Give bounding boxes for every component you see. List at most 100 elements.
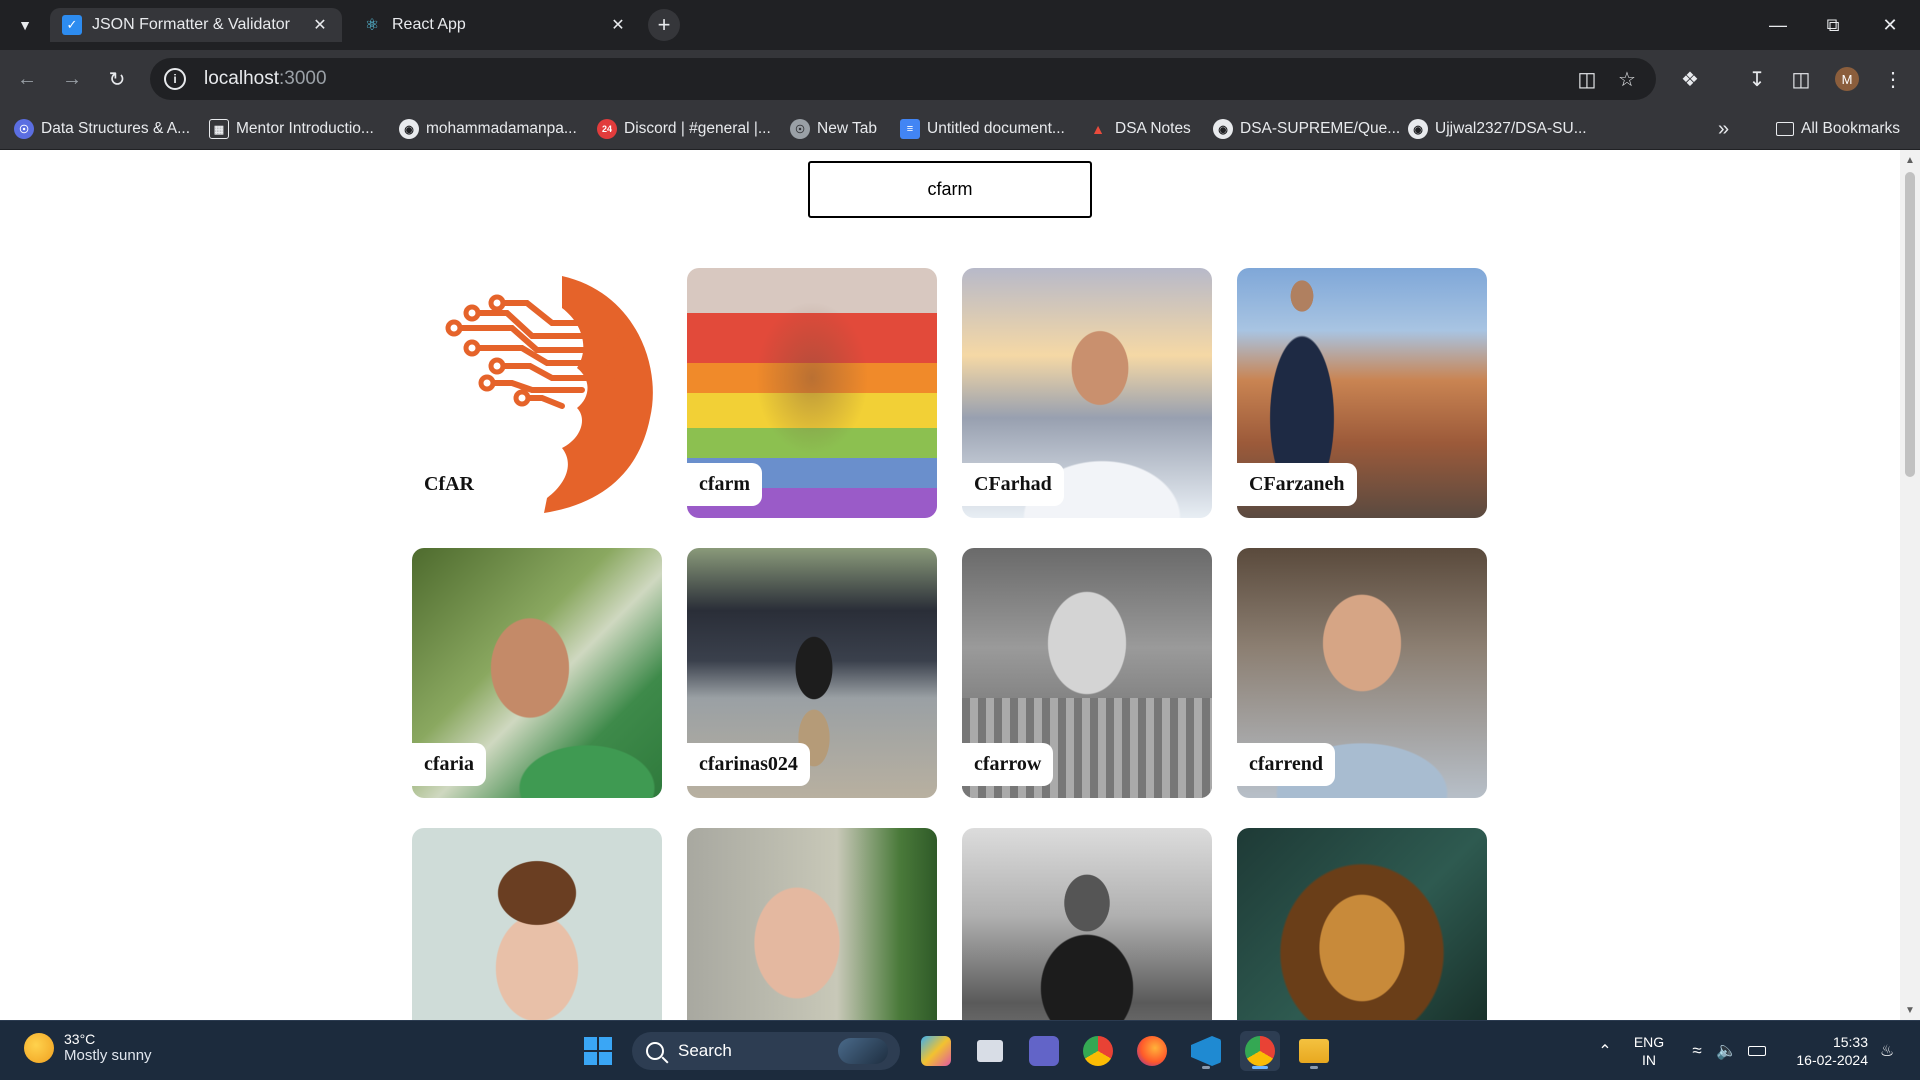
page-scrollbar[interactable]: ▲ ▼: [1900, 150, 1920, 1020]
scroll-down-icon[interactable]: ▼: [1900, 1002, 1920, 1018]
globe-icon: ☉: [790, 119, 810, 139]
teams-meet-icon[interactable]: [1024, 1031, 1064, 1071]
github-icon: ◉: [1213, 119, 1233, 139]
task-view-icon[interactable]: [970, 1031, 1010, 1071]
firefox-app-icon[interactable]: [1132, 1031, 1172, 1071]
user-login-label: cfarinas024: [687, 743, 810, 786]
minimize-button[interactable]: —: [1758, 8, 1798, 42]
avatar-image: [1237, 828, 1487, 1020]
bookmark-label: Data Structures & A...: [41, 120, 191, 137]
user-card[interactable]: CfAR: [412, 268, 662, 518]
file-explorer-icon[interactable]: [1294, 1031, 1334, 1071]
user-card[interactable]: [687, 828, 937, 1020]
bookmark-star-icon[interactable]: ☆: [1615, 67, 1639, 91]
user-card[interactable]: cfarm: [687, 268, 937, 518]
bookmark-dsa-notes[interactable]: ▲ DSA Notes: [1088, 116, 1191, 142]
user-card[interactable]: cfarrend: [1237, 548, 1487, 798]
user-card[interactable]: [412, 828, 662, 1020]
downloads-icon[interactable]: ↧: [1740, 62, 1774, 96]
running-indicator: [1202, 1066, 1210, 1069]
user-card[interactable]: cfarinas024: [687, 548, 937, 798]
bookmark-label: Ujjwal2327/DSA-SU...: [1435, 120, 1587, 137]
taskbar-search[interactable]: Search: [632, 1032, 900, 1070]
user-card[interactable]: cfarrow: [962, 548, 1212, 798]
user-card[interactable]: cfaria: [412, 548, 662, 798]
notifications-bell-icon[interactable]: ♨: [1872, 1021, 1902, 1081]
start-button[interactable]: [578, 1031, 618, 1071]
user-login-label: CFarzaneh: [1237, 463, 1357, 506]
bookmarks-bar: ☉ Data Structures & A... ▦ Mentor Introd…: [0, 108, 1920, 150]
github-icon: ◉: [1408, 119, 1428, 139]
copilot-app-icon[interactable]: [916, 1031, 956, 1071]
chrome-profile-app-icon[interactable]: [1240, 1031, 1280, 1071]
sun-icon: [24, 1032, 54, 1063]
date: 16-02-2024: [1796, 1052, 1868, 1068]
close-icon[interactable]: ✕: [608, 15, 628, 35]
extensions-icon[interactable]: ❖: [1673, 62, 1707, 96]
user-login-label: CFarhad: [962, 463, 1064, 506]
restore-button[interactable]: ⧉: [1813, 8, 1853, 42]
close-icon[interactable]: ✕: [310, 15, 330, 35]
back-button[interactable]: ←: [10, 62, 44, 96]
windows-logo-icon: [584, 1037, 612, 1065]
bookmark-label: Untitled document...: [927, 120, 1065, 137]
bookmark-untitled-document[interactable]: ≡ Untitled document...: [900, 116, 1065, 142]
browser-toolbar: ← → ↻ i localhost:3000 ◫ ☆ ❖ ↧ ◫ ⋮: [0, 50, 1920, 108]
volume-icon[interactable]: 🔈: [1712, 1021, 1742, 1081]
bookmark-data-structures[interactable]: ☉ Data Structures & A...: [14, 116, 190, 142]
user-login-label: cfaria: [412, 743, 486, 786]
search-input[interactable]: [808, 161, 1092, 218]
user-card[interactable]: CFarzaneh: [1237, 268, 1487, 518]
address-bar[interactable]: i localhost:3000 ◫ ☆: [150, 58, 1656, 100]
bookmark-label: mohammadamanpa...: [426, 120, 577, 137]
menu-icon[interactable]: ⋮: [1876, 62, 1910, 96]
show-hidden-icons-chevron-icon[interactable]: ⌃: [1590, 1021, 1620, 1081]
scrollbar-thumb[interactable]: [1905, 172, 1915, 477]
tab-search-icon[interactable]: ▼: [10, 10, 40, 40]
bookmark-github-mohammadaman[interactable]: ◉ mohammadamanpa...: [399, 116, 577, 142]
new-tab-button[interactable]: +: [648, 9, 680, 41]
user-card[interactable]: [962, 828, 1212, 1020]
time: 15:33: [1832, 1034, 1868, 1050]
search-icon: [646, 1042, 664, 1060]
url-text[interactable]: localhost:3000: [204, 68, 327, 90]
bookmark-new-tab[interactable]: ☉ New Tab: [790, 116, 877, 142]
user-login-label: cfarrow: [962, 743, 1054, 786]
install-app-icon[interactable]: ◫: [1575, 67, 1599, 91]
side-panel-icon[interactable]: ◫: [1784, 62, 1818, 96]
react-favicon-icon: ⚛: [364, 17, 380, 34]
weather-condition: Mostly sunny: [64, 1047, 152, 1064]
tab-title: React App: [392, 16, 466, 33]
avatar-image: [412, 828, 662, 1020]
windows-taskbar: 33°C Mostly sunny Search ⌃ ENG IN ≈ 🔈 15…: [0, 1020, 1920, 1080]
tab-react-app[interactable]: ⚛ React App ✕: [350, 8, 640, 42]
google-docs-icon: ≡: [900, 119, 920, 139]
weather-widget[interactable]: 33°C Mostly sunny: [24, 1031, 152, 1064]
chrome-app-icon[interactable]: [1078, 1031, 1118, 1071]
battery-icon[interactable]: [1742, 1021, 1772, 1081]
all-bookmarks-button[interactable]: All Bookmarks: [1776, 116, 1900, 142]
clock[interactable]: 15:33 16-02-2024: [1776, 1021, 1868, 1081]
bookmark-discord[interactable]: 24 Discord | #general |...: [597, 116, 771, 142]
wifi-icon[interactable]: ≈: [1682, 1021, 1712, 1081]
profile-avatar[interactable]: M: [1835, 67, 1859, 91]
tab-json-formatter[interactable]: ✓ JSON Formatter & Validator ✕: [50, 8, 342, 42]
language-indicator[interactable]: ENG IN: [1624, 1021, 1674, 1081]
more-bookmarks-chevron-icon[interactable]: »: [1718, 116, 1729, 142]
vscode-app-icon[interactable]: [1186, 1031, 1226, 1071]
avatar-image: [687, 828, 937, 1020]
forward-button[interactable]: →: [55, 62, 89, 96]
scroll-up-icon[interactable]: ▲: [1900, 152, 1920, 168]
bookmark-mentor-introduction[interactable]: ▦ Mentor Introductio...: [209, 116, 374, 142]
bookmark-ujjwal-dsa[interactable]: ◉ Ujjwal2327/DSA-SU...: [1408, 116, 1587, 142]
close-window-button[interactable]: ✕: [1870, 8, 1910, 42]
bookmark-label: Mentor Introductio...: [236, 120, 374, 137]
user-card[interactable]: CFarhad: [962, 268, 1212, 518]
tab-title: JSON Formatter & Validator: [92, 16, 290, 33]
language-code: ENG: [1633, 1034, 1665, 1050]
reload-button[interactable]: ↻: [100, 62, 134, 96]
user-card[interactable]: [1237, 828, 1487, 1020]
url-host: localhost: [204, 68, 279, 89]
bookmark-dsa-supreme[interactable]: ◉ DSA-SUPREME/Que...: [1213, 116, 1400, 142]
site-info-icon[interactable]: i: [164, 68, 186, 90]
